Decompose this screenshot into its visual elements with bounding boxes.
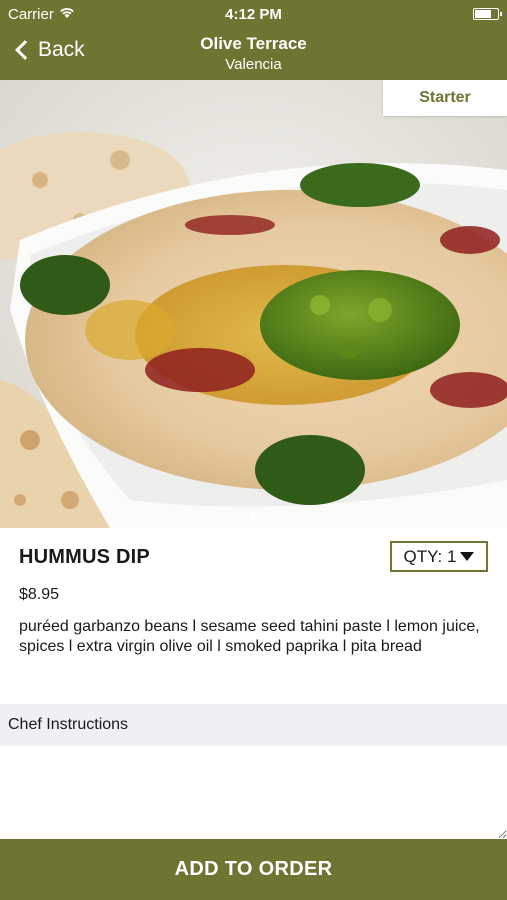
- status-right: [339, 8, 502, 20]
- category-tag: Starter: [383, 80, 507, 116]
- nav-title: Olive Terrace Valencia: [0, 34, 507, 73]
- dropdown-triangle-icon: [460, 552, 475, 561]
- page-indicator-dot: [250, 512, 257, 519]
- status-bar: Carrier 4:12 PM: [0, 0, 507, 28]
- chef-instructions-input[interactable]: [0, 746, 507, 839]
- item-description: puréed garbanzo beans l sesame seed tahi…: [19, 618, 480, 655]
- battery-icon: [472, 8, 502, 20]
- carrier-label: Carrier: [8, 5, 54, 23]
- status-left: Carrier: [8, 6, 168, 23]
- item-details: HUMMUS DIP QTY: 1 $8.95 puréed garbanzo …: [0, 528, 507, 704]
- restaurant-name: Olive Terrace: [200, 34, 307, 53]
- status-time: 4:12 PM: [225, 5, 282, 23]
- item-name: HUMMUS DIP: [19, 546, 150, 568]
- add-to-order-label: ADD TO ORDER: [174, 858, 333, 880]
- wifi-icon: [59, 6, 75, 23]
- nav-bar: Back Olive Terrace Valencia: [0, 28, 507, 80]
- add-to-order-button[interactable]: ADD TO ORDER: [0, 839, 507, 900]
- quantity-dropdown[interactable]: QTY: 1: [390, 541, 488, 572]
- hummus-dish-photo[interactable]: Starter: [0, 80, 507, 528]
- chef-instructions-header: Chef Instructions: [0, 704, 507, 746]
- item-price: $8.95: [19, 586, 60, 603]
- hummus-dish-illustration: [0, 80, 507, 528]
- chef-instructions-label: Chef Instructions: [8, 716, 129, 733]
- qty-label: QTY: 1: [403, 546, 457, 566]
- restaurant-location: Valencia: [225, 56, 282, 73]
